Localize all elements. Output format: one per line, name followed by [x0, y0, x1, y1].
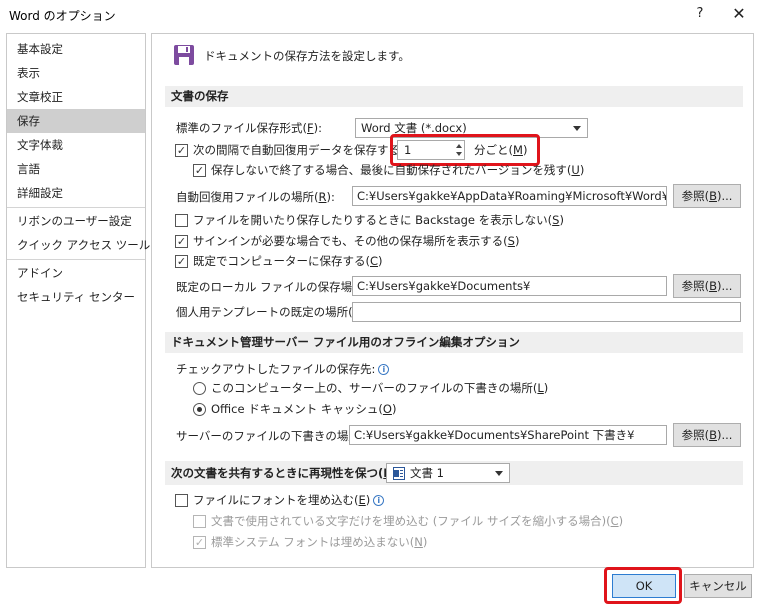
nav-item-language[interactable]: 言語 — [7, 157, 145, 181]
autorecover-checkbox[interactable]: ✓ — [175, 144, 188, 157]
nav-item-customize-ribbon[interactable]: リボンのユーザー設定 — [7, 209, 145, 233]
browse-local-button[interactable]: 参照(B)... — [673, 274, 741, 298]
backstage-checkbox[interactable] — [175, 214, 188, 227]
local-location-label: 既定のローカル ファイルの保存場所(I): — [176, 280, 380, 294]
nav-item-display[interactable]: 表示 — [7, 61, 145, 85]
local-location-input[interactable]: C:¥Users¥gakke¥Documents¥ — [352, 276, 667, 296]
nav-item-trust-center[interactable]: セキュリティ センター — [7, 285, 145, 309]
save-to-computer-checkbox[interactable]: ✓ — [175, 255, 188, 268]
default-format-label: 標準のファイル保存形式(F): — [176, 121, 322, 135]
info-icon: i — [378, 364, 390, 375]
embed-used-chars-checkbox[interactable] — [193, 515, 206, 528]
title-bar: Word のオプション ? ✕ — [0, 0, 760, 30]
fidelity-document-value: 文書 1 — [410, 466, 444, 480]
save-options-panel: ドキュメントの保存方法を設定します。 文書の保存 標準のファイル保存形式(F):… — [151, 33, 754, 568]
template-location-label: 個人用テンプレートの既定の場所(T): — [176, 305, 368, 319]
nav-divider — [7, 259, 145, 260]
fidelity-document-select[interactable]: 文書 1 — [386, 463, 510, 483]
backstage-label: ファイルを開いたり保存したりするときに Backstage を表示しない(S) — [193, 213, 564, 227]
keep-last-autosaved-checkbox[interactable]: ✓ — [193, 164, 206, 177]
word-document-icon — [393, 467, 405, 480]
embed-used-chars-label: 文書で使用されている文字だけを埋め込む (ファイル サイズを縮小する場合)(C) — [211, 514, 624, 528]
radio-server-drafts-label: このコンピューター上の、サーバーのファイルの下書きの場所(L) — [211, 381, 549, 395]
autorecover-location-label: 自動回復用ファイルの場所(R): — [176, 190, 335, 204]
nav-item-addins[interactable]: アドイン — [7, 261, 145, 285]
embed-fonts-label: ファイルにフォントを埋め込む(E) i — [193, 492, 385, 508]
section-save-documents: 文書の保存 — [165, 86, 743, 107]
help-icon[interactable]: ? — [690, 4, 710, 24]
autorecover-location-input[interactable]: C:¥Users¥gakke¥AppData¥Roaming¥Microsoft… — [352, 186, 667, 206]
embed-fonts-checkbox[interactable] — [175, 494, 188, 507]
keep-last-autosaved-label: 保存しないで終了する場合、最後に自動保存されたバージョンを残す(U) — [211, 163, 585, 177]
signin-locations-label: サインインが必要な場合でも、その他の保存場所を表示する(S) — [193, 234, 520, 248]
save-icon — [174, 45, 194, 65]
radio-office-cache-label: Office ドキュメント キャッシュ(O) — [211, 402, 397, 416]
default-format-value: Word 文書 (*.docx) — [361, 121, 467, 135]
radio-office-cache[interactable] — [193, 403, 206, 416]
nav-item-general[interactable]: 基本設定 — [7, 37, 145, 61]
info-icon: i — [373, 495, 385, 506]
close-icon[interactable]: ✕ — [728, 3, 750, 25]
highlight-box — [604, 567, 682, 604]
page-description: ドキュメントの保存方法を設定します。 — [204, 49, 410, 63]
skip-system-fonts-checkbox[interactable]: ✓ — [193, 536, 206, 549]
nav-item-advanced[interactable]: 詳細設定 — [7, 181, 145, 205]
nav-item-proofing[interactable]: 文章校正 — [7, 85, 145, 109]
chevron-down-icon — [495, 471, 503, 476]
autorecover-label: 次の間隔で自動回復用データを保存する(A): — [193, 143, 421, 157]
section-offline-editing: ドキュメント管理サーバー ファイル用のオフライン編集オプション — [165, 332, 743, 353]
save-to-computer-label: 既定でコンピューターに保存する(C) — [193, 254, 383, 268]
drafts-location-input[interactable]: C:¥Users¥gakke¥Documents¥SharePoint 下書き¥ — [349, 425, 667, 445]
template-location-input[interactable] — [352, 302, 741, 322]
nav-item-quick-access-toolbar[interactable]: クイック アクセス ツール バー — [7, 233, 177, 257]
nav-item-save[interactable]: 保存 — [7, 109, 145, 133]
nav-divider — [7, 207, 145, 208]
chevron-down-icon — [573, 126, 581, 131]
cancel-button[interactable]: キャンセル — [684, 574, 752, 598]
window-title: Word のオプション — [9, 9, 116, 23]
radio-server-drafts[interactable] — [193, 382, 206, 395]
skip-system-fonts-label: 標準システム フォントは埋め込まない(N) — [211, 535, 428, 549]
browse-autorecover-button[interactable]: 参照(B)... — [673, 184, 741, 208]
options-nav: 基本設定 表示 文章校正 保存 文字体裁 言語 詳細設定 リボンのユーザー設定 … — [6, 33, 177, 568]
browse-drafts-button[interactable]: 参照(B)... — [673, 423, 741, 447]
checkout-destination-label: チェックアウトしたファイルの保存先: i — [176, 361, 390, 377]
signin-locations-checkbox[interactable]: ✓ — [175, 235, 188, 248]
nav-item-typography[interactable]: 文字体裁 — [7, 133, 145, 157]
